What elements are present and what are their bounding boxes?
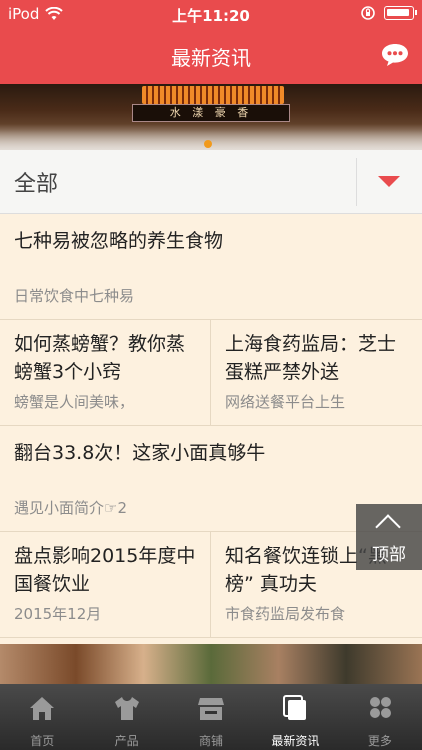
battery-icon <box>384 6 417 20</box>
tab-products[interactable]: 产品 <box>84 684 168 750</box>
news-item-3[interactable]: 上海食药监局：芝士蛋糕严禁外送 网络送餐平台上生 <box>211 320 422 426</box>
rotation-lock-icon <box>361 6 375 20</box>
news-item-1[interactable]: 七种易被忽略的养生食物 日常饮食中七种易 <box>0 214 422 320</box>
banner-image[interactable]: 水 漾 豪 香 <box>0 84 422 150</box>
tab-label: 更多 <box>367 734 392 748</box>
tab-stores[interactable]: 商铺 <box>169 684 253 750</box>
status-time: 上午11:20 <box>172 7 250 25</box>
news-summary: 网络送餐平台上生 <box>225 393 346 411</box>
tab-label: 商铺 <box>199 734 224 748</box>
banner-plaque: 水 漾 豪 香 <box>132 104 290 122</box>
back-to-top-label: 顶部 <box>372 545 406 565</box>
chevron-up-icon <box>375 514 401 540</box>
news-summary: 市食药监局发布食 <box>225 605 346 623</box>
tab-label: 最新资讯 <box>271 734 320 748</box>
shirt-icon <box>114 697 139 720</box>
news-title: 上海食药监局：芝士蛋糕严禁外送 <box>225 333 397 383</box>
status-bar: iPod 上午11:20 <box>0 0 422 28</box>
nav-bar: 最新资讯 <box>0 28 422 84</box>
tab-label: 首页 <box>30 734 55 748</box>
news-summary: 遇见小面简介☞2 <box>14 499 127 517</box>
news-item-2[interactable]: 如何蒸螃蟹？教你蒸螃蟹3个小窍 螃蟹是人间美味， <box>0 320 211 426</box>
home-icon <box>30 697 55 720</box>
tab-label: 产品 <box>114 734 139 748</box>
news-summary: 2015年12月 <box>14 605 102 623</box>
news-title: 盘点影响2015年度中国餐饮业 <box>14 545 196 595</box>
filter-divider <box>356 158 357 206</box>
chat-bubble-icon[interactable] <box>380 42 410 68</box>
tab-more[interactable]: 更多 <box>338 684 422 750</box>
tab-bar: 首页 产品 商铺 最新资讯 更多 <box>0 684 422 750</box>
news-item-5[interactable]: 盘点影响2015年度中国餐饮业 2015年12月 <box>0 532 211 638</box>
news-title: 七种易被忽略的养生食物 <box>14 230 224 252</box>
back-to-top-button[interactable]: 顶部 <box>356 504 422 570</box>
caret-down-icon[interactable] <box>378 176 400 187</box>
news-list: 七种易被忽略的养生食物 日常饮食中七种易 如何蒸螃蟹？教你蒸螃蟹3个小窍 螃蟹是… <box>0 214 422 644</box>
tab-home[interactable]: 首页 <box>0 684 84 750</box>
tab-news[interactable]: 最新资讯 <box>253 684 337 750</box>
store-icon <box>198 698 225 720</box>
news-title: 翻台33.8次！这家小面真够牛 <box>14 442 266 464</box>
news-summary: 日常饮食中七种易 <box>14 287 135 305</box>
news-title: 如何蒸螃蟹？教你蒸螃蟹3个小窍 <box>14 333 186 383</box>
banner-page-indicator <box>204 140 212 148</box>
news-summary: 螃蟹是人间美味， <box>14 393 135 411</box>
news-icon <box>283 695 307 720</box>
more-grid-icon <box>369 697 391 718</box>
bottom-photo-strip[interactable] <box>0 644 422 684</box>
page-title: 最新资讯 <box>171 46 251 70</box>
filter-label: 全部 <box>14 172 59 197</box>
category-filter[interactable]: 全部 <box>0 150 422 214</box>
banner-neon-sign <box>142 86 284 104</box>
